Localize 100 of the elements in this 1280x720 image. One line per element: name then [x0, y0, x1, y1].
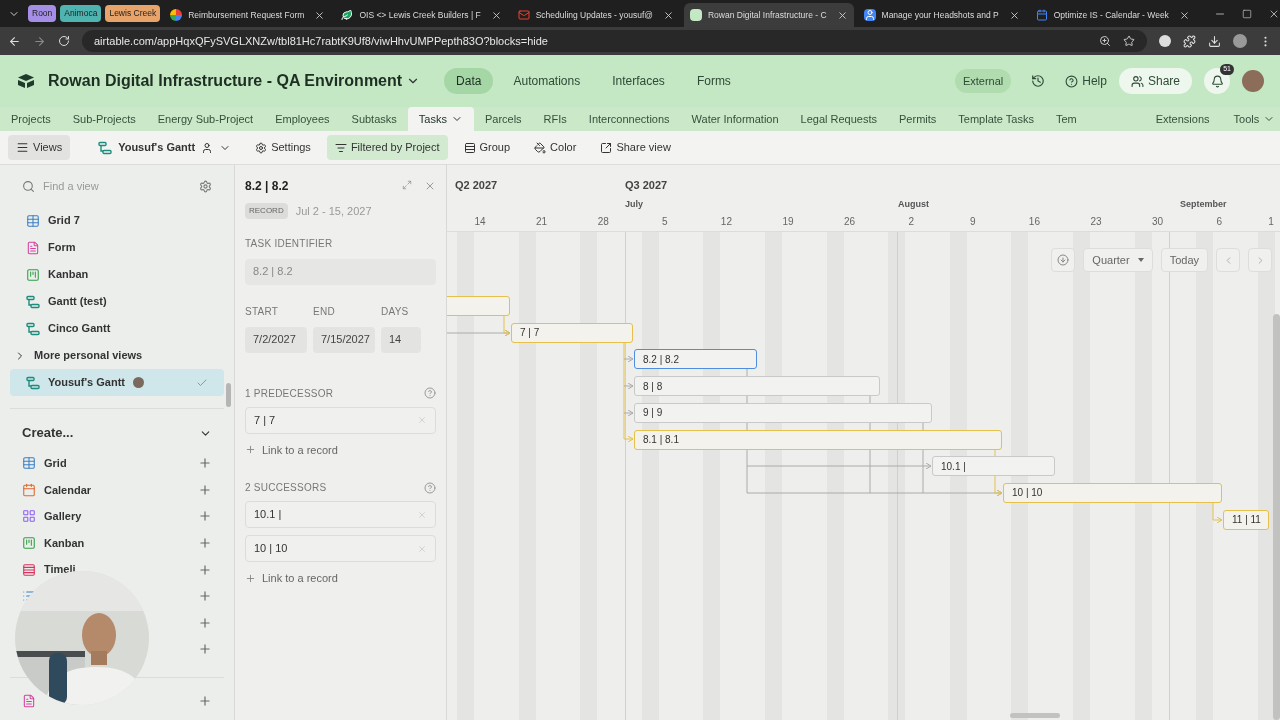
address-bar[interactable]: airtable.com/appHqxQFySVGLXNZw/tbl81Hc7rabtK9Uf8/viwHhvUMPPepth83O?blocks=hide [82, 30, 1147, 52]
add-view-icon[interactable] [198, 536, 212, 551]
add-view-icon[interactable] [198, 562, 212, 577]
table-tab[interactable]: Energy Sub-Project [146, 107, 265, 131]
add-view-icon[interactable] [198, 589, 212, 604]
close-tab-icon[interactable] [1008, 9, 1020, 21]
find-view-field[interactable]: Find a view [43, 177, 191, 195]
add-view-icon[interactable] [198, 509, 212, 524]
browser-tab[interactable]: Reimbursement Request Form [164, 3, 332, 27]
reload-icon[interactable] [58, 35, 70, 47]
scrollbar-thumb[interactable] [1010, 713, 1060, 718]
close-tab-icon[interactable] [490, 9, 502, 21]
maximize-icon[interactable] [1241, 8, 1252, 19]
nav-tab[interactable]: Interfaces [600, 68, 677, 94]
group-button[interactable]: Group [455, 135, 519, 160]
task-bar[interactable]: 8.1 | 8.1 [634, 429, 1002, 450]
table-tab[interactable]: Sub-Projects [61, 107, 147, 131]
task-bar[interactable]: 10.1 | [932, 456, 1055, 477]
zoom-icon[interactable] [1099, 35, 1111, 47]
timeline-canvas[interactable]: 7 | 7 8.2 | 8.2 8 | 8 9 | 9 8.1 | 8.1 10.1 | 10 | 10 11 | 11 Quarter Today [447, 232, 1280, 720]
extension-icon[interactable] [1159, 35, 1171, 47]
nav-tab[interactable]: Forms [684, 68, 743, 94]
task-bar[interactable]: 10 | 10 [1003, 482, 1222, 503]
today-button[interactable]: Today [1160, 248, 1208, 272]
browser-tab[interactable]: Scheduling Updates - yousuf@ [511, 3, 680, 27]
view-item[interactable]: Kanban [10, 261, 224, 288]
table-tab[interactable]: Template Tasks [947, 107, 1045, 131]
tab-group-chip[interactable]: Roon [28, 5, 57, 22]
browser-tab[interactable]: Optimize IS - Calendar - Week [1029, 3, 1196, 27]
table-tab[interactable]: Projects [0, 107, 62, 131]
close-tab-icon[interactable] [1178, 9, 1190, 21]
help-button[interactable]: Help [1065, 72, 1107, 90]
table-tab[interactable]: Interconnections [577, 107, 681, 131]
view-item[interactable]: Gantt (test) [10, 288, 224, 315]
filter-button[interactable]: Filtered by Project [326, 135, 448, 160]
table-tab[interactable]: Permits [888, 107, 948, 131]
share-button[interactable]: Share [1118, 68, 1192, 94]
tab-group-chip[interactable]: Animoca [60, 5, 102, 22]
views-button[interactable]: Views [8, 135, 71, 160]
table-tab[interactable]: Water Information [680, 107, 790, 131]
settings-icon[interactable] [199, 179, 212, 193]
table-tab[interactable]: Tem [1044, 107, 1088, 131]
tab-group-chip[interactable]: Lewis Creek [105, 5, 161, 22]
share-view-button[interactable]: Share view [592, 135, 679, 160]
color-button[interactable]: Color [526, 135, 585, 160]
scrollbar-thumb[interactable] [226, 383, 231, 407]
table-tab[interactable]: RFIs [532, 107, 578, 131]
link-record-button[interactable]: Link to a record [245, 570, 338, 587]
end-field[interactable]: 7/15/2027 [313, 326, 375, 353]
scale-dropdown[interactable]: Quarter [1083, 248, 1153, 272]
view-item[interactable]: Yousuf's Gantt [10, 369, 224, 396]
history-icon[interactable] [1031, 74, 1046, 88]
link-record-button[interactable]: Link to a record [245, 441, 338, 458]
forward-icon[interactable] [33, 34, 46, 48]
table-tab[interactable]: Subtasks [340, 107, 408, 131]
expand-icon[interactable] [402, 180, 412, 190]
nav-tab[interactable]: Automations [501, 68, 593, 94]
linked-record[interactable]: 10.1 | [245, 501, 436, 528]
table-tab[interactable]: Tasks [407, 107, 474, 131]
add-view-icon[interactable] [198, 456, 212, 471]
view-name-button[interactable]: Yousuf's Gantt [90, 135, 240, 160]
help-icon[interactable] [424, 481, 436, 494]
linked-record[interactable]: 7 | 7 [245, 406, 436, 434]
view-item[interactable]: Grid 7 [10, 207, 224, 234]
task-bar[interactable] [447, 296, 510, 316]
table-tool-button[interactable]: Tools [1221, 110, 1280, 128]
add-view-icon[interactable] [198, 694, 212, 709]
add-view-icon[interactable] [198, 482, 212, 497]
task-bar[interactable]: 11 | 11 [1223, 509, 1269, 530]
add-view-icon[interactable] [198, 615, 212, 630]
user-avatar[interactable] [1242, 70, 1264, 92]
table-tab[interactable]: Legal Requests [789, 107, 889, 131]
task-bar[interactable]: 7 | 7 [511, 322, 633, 343]
task-bar[interactable]: 8.2 | 8.2 [634, 349, 757, 370]
view-item[interactable]: Form [10, 234, 224, 261]
browser-tab[interactable]: OIS <> Lewis Creek Builders | F [335, 3, 508, 27]
create-section-toggle[interactable]: Create... [10, 421, 224, 445]
profile-avatar[interactable] [1233, 34, 1247, 48]
linked-record[interactable]: 10 | 10 [245, 535, 436, 562]
back-icon[interactable] [8, 34, 21, 48]
download-icon[interactable] [1208, 34, 1221, 48]
notifications-icon[interactable] [1210, 74, 1224, 88]
more-views-toggle[interactable]: More personal views [10, 342, 224, 369]
days-field[interactable]: 14 [381, 326, 421, 353]
start-field[interactable]: 7/2/2027 [245, 326, 307, 353]
base-title[interactable]: Rowan Digital Infrastructure - QA Environment [48, 69, 421, 93]
browser-tab[interactable]: Manage your Headshots and P [857, 3, 1026, 27]
table-tab[interactable]: Parcels [473, 107, 533, 131]
view-item[interactable]: Cinco Gantt [10, 315, 224, 342]
help-icon[interactable] [424, 387, 436, 399]
settings-button[interactable]: Settings [247, 135, 319, 160]
add-view-icon[interactable] [198, 642, 212, 657]
browser-tab[interactable]: Rowan Digital Infrastructure - C [684, 3, 854, 27]
task-bar[interactable]: 8 | 8 [634, 376, 880, 397]
extensions-icon[interactable] [1183, 34, 1196, 48]
close-tab-icon[interactable] [314, 9, 326, 21]
close-tab-icon[interactable] [836, 9, 848, 21]
bookmark-icon[interactable] [1123, 35, 1135, 47]
task-bar[interactable]: 9 | 9 [634, 402, 932, 423]
close-tab-icon[interactable] [663, 9, 674, 21]
